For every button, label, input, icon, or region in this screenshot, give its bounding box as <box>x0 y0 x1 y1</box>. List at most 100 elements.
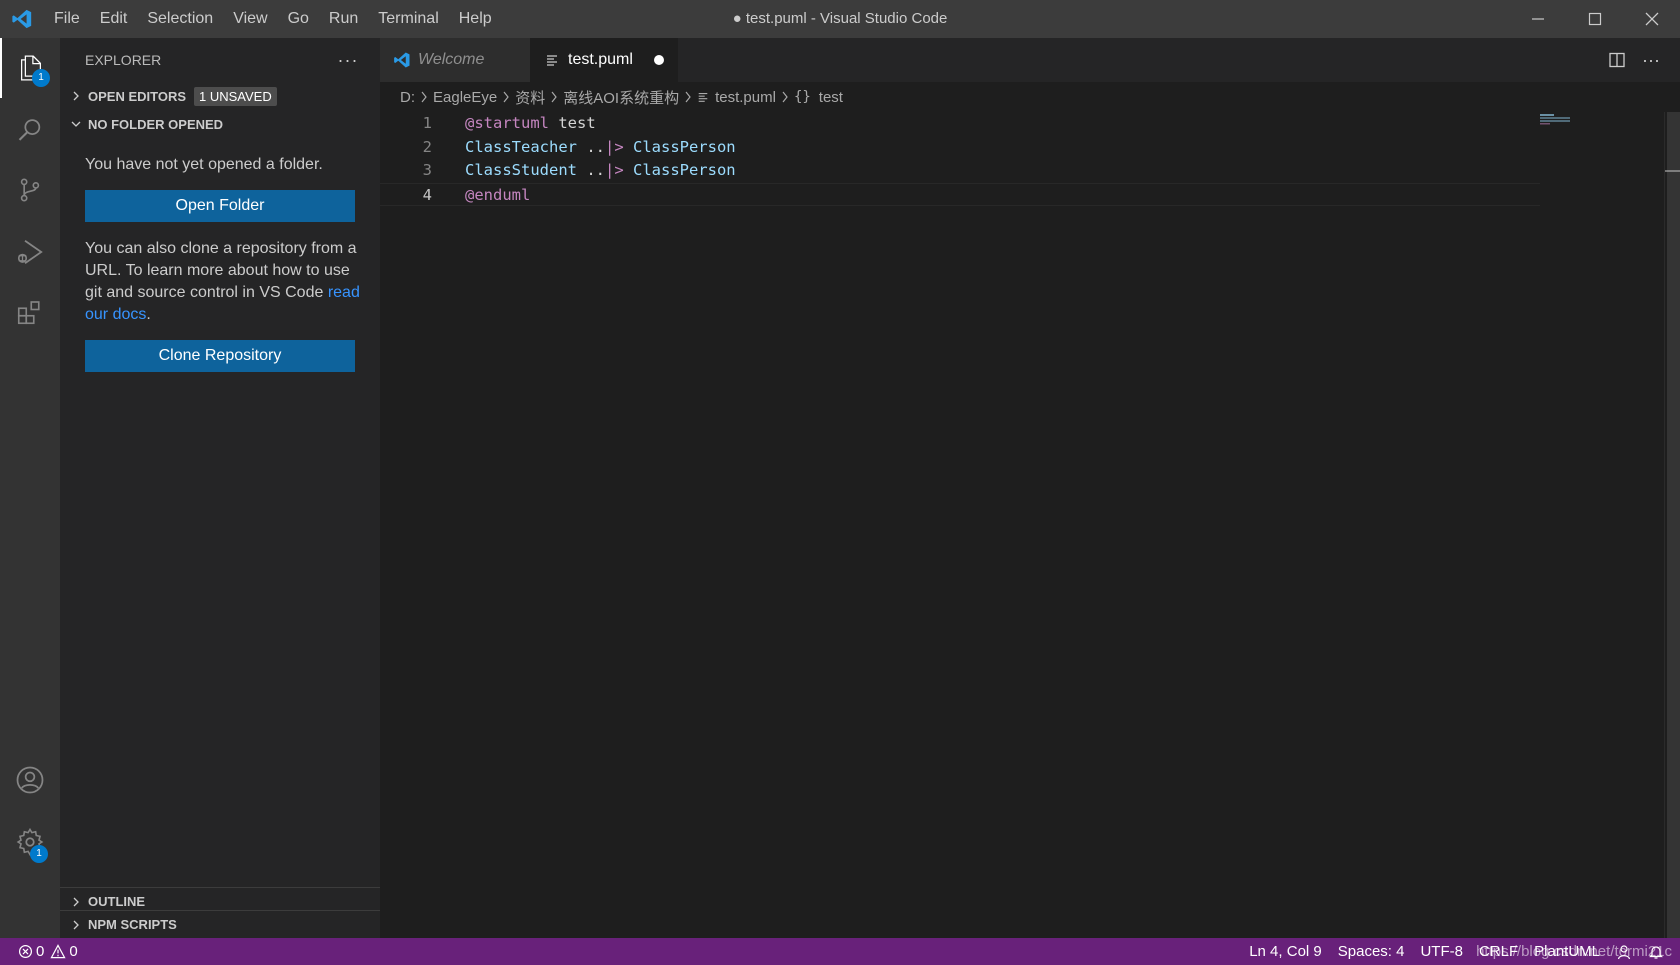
run-debug-icon <box>17 240 43 264</box>
cursor-position[interactable]: Ln 4, Col 9 <box>1241 938 1330 965</box>
status-bar: 0 0 Ln 4, Col 9 Spaces: 4 UTF-8 CRLF Pla… <box>0 938 1680 965</box>
code-text: ClassStudent ..|> ClassPerson <box>465 159 736 183</box>
code-line[interactable]: 2 ClassTeacher ..|> ClassPerson <box>380 136 1540 160</box>
sidebar-explorer: EXPLORER ··· OPEN EDITORS 1 UNSAVED NO F… <box>60 38 380 938</box>
close-icon <box>1645 12 1658 26</box>
split-editor-icon <box>1609 52 1625 68</box>
account-icon <box>16 766 44 794</box>
error-icon <box>18 944 33 959</box>
notifications-button[interactable] <box>1640 938 1672 965</box>
maximize-icon <box>1588 12 1601 26</box>
vertical-scrollbar[interactable] <box>1664 112 1680 938</box>
no-folder-message: You have not yet opened a folder. <box>85 156 323 173</box>
status-left: 0 0 <box>0 938 86 965</box>
menu-help[interactable]: Help <box>449 0 502 38</box>
menu-run[interactable]: Run <box>319 0 368 38</box>
activity-extensions[interactable] <box>0 282 60 342</box>
tab-test-puml[interactable]: test.puml <box>530 38 678 82</box>
menu-go[interactable]: Go <box>278 0 319 38</box>
unsaved-dot-icon[interactable] <box>654 55 664 65</box>
activity-manage[interactable]: 1 <box>0 812 60 872</box>
chevron-right-icon <box>68 88 84 104</box>
activity-run-debug[interactable] <box>0 222 60 282</box>
chevron-right-icon <box>68 894 84 910</box>
activity-source-control[interactable] <box>0 160 60 220</box>
npm-scripts-header[interactable]: NPM SCRIPTS <box>60 910 380 938</box>
clone-message-text: You can also clone a repository from a U… <box>85 240 357 301</box>
breadcrumb-item[interactable]: EagleEye <box>433 89 497 106</box>
scrollbar-thumb[interactable] <box>1667 112 1680 938</box>
editor-actions: ··· <box>1600 38 1668 82</box>
chevron-down-icon <box>68 116 84 132</box>
settings-badge: 1 <box>30 845 48 863</box>
menu-terminal[interactable]: Terminal <box>368 0 448 38</box>
code-text: @enduml <box>465 184 530 206</box>
code-text: ClassTeacher ..|> ClassPerson <box>465 136 736 160</box>
close-button[interactable] <box>1623 0 1680 38</box>
code-token: |> <box>604 137 624 156</box>
minimap[interactable] <box>1540 112 1650 125</box>
tab-welcome[interactable]: Welcome <box>380 38 530 82</box>
code-token: ClassTeacher <box>465 137 577 156</box>
code-token: ClassPerson <box>623 161 736 179</box>
clone-repository-button[interactable]: Clone Repository <box>85 340 355 372</box>
code-line[interactable]: 4 @enduml <box>380 182 1540 206</box>
menu-edit[interactable]: Edit <box>90 0 138 38</box>
split-editor-button[interactable] <box>1600 43 1634 77</box>
problems-indicator[interactable]: 0 0 <box>18 938 86 965</box>
extensions-icon <box>17 301 40 325</box>
end-of-line[interactable]: CRLF <box>1471 938 1526 965</box>
line-number: 3 <box>422 161 432 179</box>
code-line[interactable]: 1 @startuml test <box>380 112 1540 136</box>
breadcrumb-item[interactable]: 离线AOI系统重构 <box>563 87 679 108</box>
indentation[interactable]: Spaces: 4 <box>1330 938 1413 965</box>
activity-search[interactable] <box>0 100 60 160</box>
menu-selection[interactable]: Selection <box>137 0 223 38</box>
code-token: |> <box>604 161 624 179</box>
warning-count: 0 <box>69 943 78 960</box>
minimize-icon <box>1531 18 1544 20</box>
tab-test-puml-label: test.puml <box>568 51 633 68</box>
breadcrumb-item[interactable]: D: <box>400 89 415 106</box>
sidebar-title: EXPLORER <box>85 52 162 68</box>
outline-label: OUTLINE <box>88 894 146 909</box>
source-control-icon <box>20 178 40 202</box>
editor-more-actions-icon[interactable]: ··· <box>1634 43 1668 77</box>
code-editor[interactable]: 1 @startuml test 2 ClassTeacher ..|> ClassP… <box>380 112 1540 206</box>
breadcrumb-item[interactable]: 资料 <box>515 87 545 108</box>
code-token: @enduml <box>465 185 531 204</box>
activity-accounts[interactable] <box>0 750 60 810</box>
language-mode[interactable]: PlantUML <box>1526 938 1608 965</box>
title-bar: File Edit Selection View Go Run Terminal… <box>0 0 1680 38</box>
no-folder-header[interactable]: NO FOLDER OPENED <box>60 110 380 138</box>
code-line[interactable]: 3 ClassStudent ..|> ClassPerson <box>380 159 1540 183</box>
line-number: 2 <box>422 137 432 156</box>
breadcrumb-file[interactable]: test.puml <box>697 89 776 106</box>
no-folder-content: You have not yet opened a folder. Open F… <box>60 154 380 372</box>
code-token: .. <box>576 137 605 156</box>
maximize-button[interactable] <box>1566 0 1623 38</box>
bell-icon <box>1649 945 1663 959</box>
encoding[interactable]: UTF-8 <box>1412 938 1471 965</box>
line-number: 4 <box>422 185 432 204</box>
code-token: ClassStudent <box>465 161 577 179</box>
chevron-right-icon <box>68 917 84 933</box>
more-actions-icon[interactable]: ··· <box>336 48 360 72</box>
breadcrumb: D: EagleEye 资料 离线AOI系统重构 test.puml {} tes… <box>380 82 1680 112</box>
menu-view[interactable]: View <box>223 0 277 38</box>
npm-scripts-label: NPM SCRIPTS <box>88 917 177 932</box>
breadcrumb-file-label: test.puml <box>715 88 776 106</box>
warning-icon <box>50 944 66 959</box>
open-folder-button[interactable]: Open Folder <box>85 190 355 222</box>
breadcrumb-symbol[interactable]: {} test <box>794 89 843 106</box>
lines-file-icon <box>542 50 562 70</box>
activity-explorer[interactable]: 1 <box>0 38 60 98</box>
menu-file[interactable]: File <box>44 0 90 38</box>
sidebar-header: EXPLORER ··· <box>60 38 380 82</box>
breadcrumb-symbol-label: test <box>818 88 843 106</box>
minimize-button[interactable] <box>1509 0 1566 38</box>
code-token: .. <box>576 161 605 179</box>
feedback-button[interactable] <box>1608 938 1640 965</box>
open-editors-header[interactable]: OPEN EDITORS 1 UNSAVED <box>60 82 380 110</box>
no-folder-label: NO FOLDER OPENED <box>88 116 224 132</box>
